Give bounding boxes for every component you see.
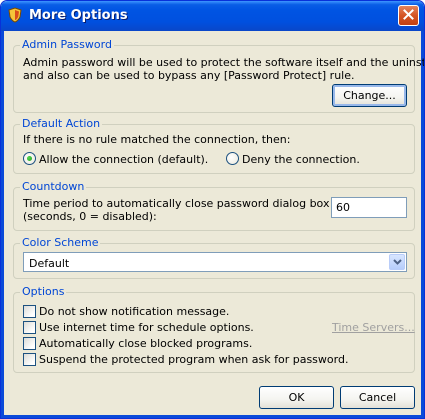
auto-close-blocked-label[interactable]: Automatically close blocked programs.	[39, 337, 252, 350]
countdown-group: Countdown Time period to automatically c…	[13, 180, 415, 231]
hide-notification-label[interactable]: Do not show notification message.	[39, 305, 229, 318]
countdown-label-line1: Time period to automatically close passw…	[23, 197, 330, 210]
allow-connection-label[interactable]: Allow the connection (default).	[39, 153, 208, 166]
deny-connection-label[interactable]: Deny the connection.	[242, 153, 360, 166]
admin-password-description-line1: Admin password will be used to protect t…	[23, 56, 425, 69]
shield-icon	[7, 7, 23, 23]
countdown-seconds-value: 60	[336, 201, 350, 214]
window-frame-left	[1, 31, 4, 418]
ok-button[interactable]: OK	[259, 386, 334, 409]
close-button[interactable]	[398, 5, 419, 26]
title-bar[interactable]: More Options	[1, 1, 424, 31]
countdown-label-line2: (seconds, 0 = disabled):	[23, 210, 157, 223]
suspend-program-checkbox[interactable]	[23, 353, 36, 366]
chevron-down-icon[interactable]	[389, 254, 405, 270]
color-scheme-group: Color Scheme Default	[13, 236, 415, 279]
more-options-dialog: More Options Admin Password Admin passwo…	[0, 0, 425, 419]
close-icon	[403, 8, 414, 23]
default-action-legend: Default Action	[20, 117, 103, 130]
admin-password-group: Admin Password Admin password will be us…	[13, 38, 424, 113]
hide-notification-checkbox[interactable]	[23, 305, 36, 318]
cancel-button[interactable]: Cancel	[340, 386, 415, 409]
countdown-legend: Countdown	[20, 180, 87, 193]
default-action-prompt: If there is no rule matched the connecti…	[23, 133, 291, 146]
default-action-group: Default Action If there is no rule match…	[13, 117, 415, 174]
auto-close-blocked-checkbox[interactable]	[23, 337, 36, 350]
ok-button-label: OK	[288, 391, 305, 404]
color-scheme-select[interactable]: Default	[23, 252, 407, 272]
window-frame-bottom	[1, 415, 424, 418]
deny-connection-radio[interactable]	[226, 152, 239, 165]
admin-password-description-line2: and also can be used to bypass any [Pass…	[23, 69, 355, 82]
window-frame-right	[421, 31, 424, 418]
color-scheme-selected-value: Default	[29, 257, 70, 270]
cancel-button-label: Cancel	[358, 391, 397, 404]
allow-connection-radio[interactable]	[23, 152, 36, 165]
change-password-label: Change...	[343, 89, 396, 102]
countdown-seconds-input[interactable]: 60	[331, 197, 407, 218]
suspend-program-label[interactable]: Suspend the protected program when ask f…	[39, 353, 348, 366]
options-group: Options Do not show notification message…	[13, 285, 415, 373]
time-servers-link[interactable]: Time Servers...	[332, 321, 415, 334]
change-password-button[interactable]: Change...	[332, 84, 407, 107]
admin-password-legend: Admin Password	[20, 38, 114, 51]
radio-selected-dot	[27, 156, 32, 161]
color-scheme-legend: Color Scheme	[20, 236, 101, 249]
internet-time-checkbox[interactable]	[23, 321, 36, 334]
internet-time-label[interactable]: Use internet time for schedule options.	[39, 321, 254, 334]
window-title: More Options	[29, 8, 128, 23]
options-legend: Options	[20, 285, 67, 298]
